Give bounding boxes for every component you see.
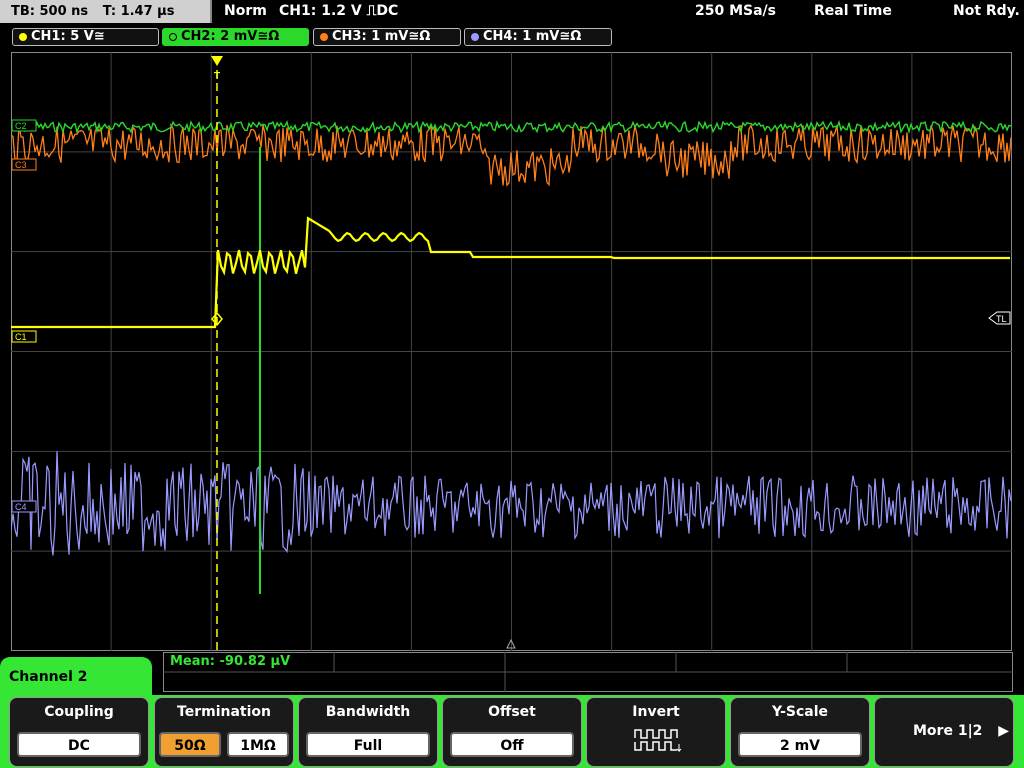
channel-tab-ch2[interactable]: CH2: 2 mV≅Ω: [162, 28, 309, 46]
offset-value: Off: [450, 732, 574, 757]
trigger-mode-label[interactable]: Norm: [224, 0, 267, 23]
ch3-color-dot-icon: [320, 33, 328, 41]
softkey-title: Offset: [488, 704, 536, 720]
softkey-title: Termination: [177, 704, 271, 720]
channel-tab-label: CH3: 1 mV≅Ω: [332, 29, 431, 44]
ch2-level-marker: C2: [11, 119, 37, 132]
run-status-label: Not Rdy.: [953, 3, 1020, 19]
svg-text:C4: C4: [15, 502, 27, 512]
ch1-color-dot-icon: [19, 33, 27, 41]
trigger-level-marker: TL: [988, 311, 1011, 325]
channel-tab-ch1[interactable]: CH1: 5 V≅: [12, 28, 159, 46]
termination-softkey[interactable]: Termination 50Ω 1MΩ: [154, 697, 294, 767]
timebase-box[interactable]: TB: 500 ns T: 1.47 µs: [0, 0, 212, 23]
softkey-title: Y-Scale: [771, 704, 828, 720]
svg-text:TL: TL: [996, 314, 1007, 324]
channel-tab-label: CH2: 2 mV≅Ω: [181, 29, 280, 44]
trigger-time-label: T: 1.47 µs: [102, 4, 175, 19]
channel-tab-ch3[interactable]: CH3: 1 mV≅Ω: [313, 28, 461, 46]
svg-text:C3: C3: [15, 160, 27, 170]
softkey-title: Invert: [632, 704, 680, 720]
bandwidth-softkey[interactable]: Bandwidth Full: [298, 697, 438, 767]
waveform-canvas[interactable]: T C2 C3 C1 C4 TL: [11, 52, 1012, 651]
more-label: More 1|2: [913, 723, 983, 739]
trigger-position-marker-icon: [211, 56, 223, 66]
acquisition-mode-label: Real Time: [814, 3, 892, 19]
timebase-label: TB: 500 ns: [11, 4, 89, 19]
invert-softkey[interactable]: Invert: [586, 697, 726, 767]
more-softkey[interactable]: More 1|2 ▶: [874, 697, 1014, 767]
channel-tab-label: CH1: 5 V≅: [31, 29, 105, 44]
softkey-title: Bandwidth: [325, 704, 411, 720]
svg-text:C2: C2: [15, 121, 27, 131]
invert-waveform-icon: [634, 729, 682, 753]
offset-softkey[interactable]: Offset Off: [442, 697, 582, 767]
ch4-level-marker: C4: [11, 500, 37, 513]
measurement-grid: [163, 652, 1013, 692]
trigger-marker-label: T: [214, 71, 220, 82]
ch1-waveform: [11, 216, 1010, 329]
arrow-right-icon: ▶: [998, 723, 1009, 739]
ch2-color-dot-icon: [169, 33, 177, 41]
termination-1mohm-option[interactable]: 1MΩ: [227, 732, 289, 757]
bandwidth-value: Full: [306, 732, 430, 757]
ch1-level-marker: C1: [11, 330, 37, 343]
ch4-color-dot-icon: [471, 33, 479, 41]
svg-text:C1: C1: [15, 332, 27, 342]
channel-tab-label: CH4: 1 mV≅Ω: [483, 29, 582, 44]
trigger-info-label[interactable]: CH1: 1.2 V ⎍DC: [279, 0, 398, 23]
termination-50ohm-option[interactable]: 50Ω: [159, 732, 221, 757]
coupling-softkey[interactable]: Coupling DC: [9, 697, 149, 767]
channel-tab-ch4[interactable]: CH4: 1 mV≅Ω: [464, 28, 612, 46]
coupling-value: DC: [17, 732, 141, 757]
sample-rate-label: 250 MSa/s: [695, 3, 777, 19]
measurement-mean-value: Mean: -90.82 µV: [170, 654, 291, 669]
softkey-title: Coupling: [44, 704, 114, 720]
ch3-level-marker: C3: [11, 158, 37, 171]
y-scale-softkey[interactable]: Y-Scale 2 mV: [730, 697, 870, 767]
y-scale-value: 2 mV: [738, 732, 862, 757]
